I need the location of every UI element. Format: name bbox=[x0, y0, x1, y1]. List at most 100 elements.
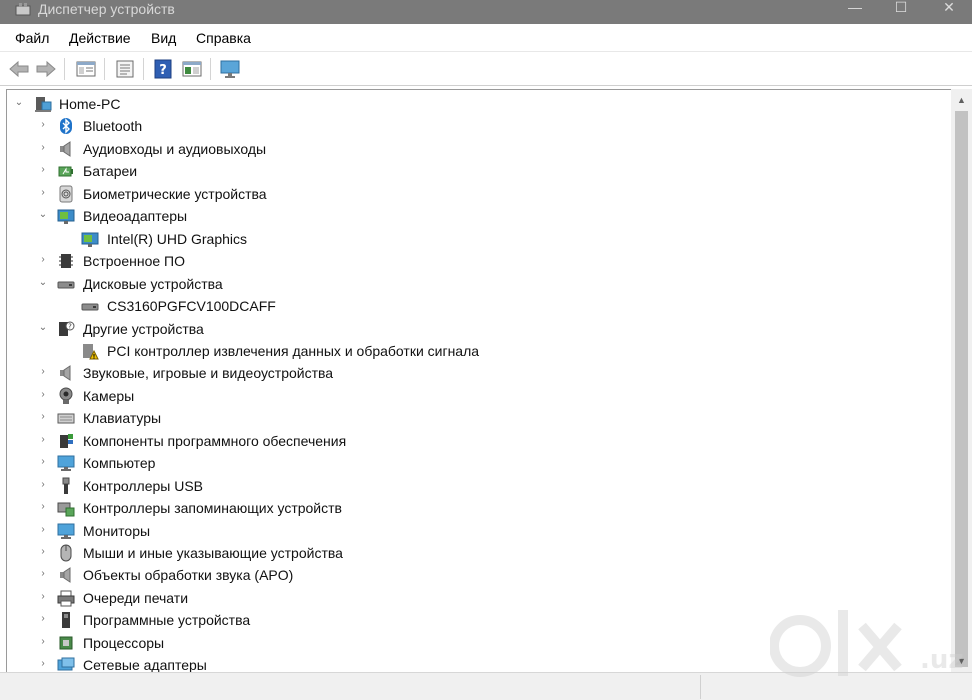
menu-help[interactable]: Справка bbox=[196, 30, 251, 46]
tree-item[interactable]: › Контроллеры запоминающих устройств bbox=[7, 497, 947, 519]
status-bar-divider bbox=[700, 675, 701, 699]
scroll-up-arrow-icon[interactable]: ▲ bbox=[951, 91, 972, 109]
tree-item[interactable]: › Звуковые, игровые и видеоустройства bbox=[7, 362, 947, 384]
expand-chevron-icon[interactable]: ⌄ bbox=[37, 276, 49, 290]
expand-chevron-icon[interactable]: ⌄ bbox=[13, 96, 25, 110]
collapse-chevron-icon[interactable]: › bbox=[37, 478, 49, 492]
olx-watermark-logo: .uz bbox=[770, 610, 964, 677]
minimize-button[interactable]: — bbox=[832, 0, 878, 22]
help-icon[interactable]: ? bbox=[152, 59, 174, 79]
tree-item[interactable]: ⌄? Другие устройства bbox=[7, 318, 947, 340]
svg-text:?: ? bbox=[68, 322, 72, 330]
collapse-chevron-icon[interactable]: › bbox=[37, 635, 49, 649]
monitor-icon[interactable] bbox=[219, 59, 241, 79]
tree-item[interactable]: › Мониторы bbox=[7, 520, 947, 542]
collapse-chevron-icon[interactable]: › bbox=[37, 186, 49, 200]
maximize-button[interactable]: ☐ bbox=[878, 0, 924, 22]
toolbar-separator bbox=[104, 58, 105, 80]
collapse-chevron-icon[interactable]: › bbox=[37, 433, 49, 447]
menu-bar: Файл Действие Вид Справка bbox=[0, 24, 972, 52]
tree-item[interactable]: › Компьютер bbox=[7, 452, 947, 474]
collapse-chevron-icon[interactable]: › bbox=[37, 118, 49, 132]
tree-item-label: Мониторы bbox=[83, 522, 151, 539]
unknown-device-icon: ? bbox=[59, 321, 75, 336]
svg-text:?: ? bbox=[159, 63, 167, 78]
tree-item[interactable]: › Bluetooth bbox=[7, 115, 947, 137]
menu-file[interactable]: Файл bbox=[15, 30, 49, 46]
tree-item[interactable]: › Компоненты программного обеспечения bbox=[7, 430, 947, 452]
tree-item-label: Видеоадаптеры bbox=[83, 208, 188, 225]
firmware-icon bbox=[59, 254, 73, 269]
svg-text:.uz: .uz bbox=[920, 645, 964, 675]
tree-item-label: Компоненты программного обеспечения bbox=[83, 432, 347, 449]
tree-item-label: Мыши и иные указывающие устройства bbox=[83, 545, 343, 561]
expand-chevron-icon[interactable]: ⌄ bbox=[37, 321, 49, 335]
tree-item[interactable]: › Мыши и иные указывающие устройства bbox=[7, 542, 947, 564]
device-manager-icon bbox=[15, 3, 31, 16]
toolbar: ? bbox=[0, 52, 972, 86]
tree-root-home-pc[interactable]: ⌄ Home-PC bbox=[7, 93, 947, 115]
disk-drive-icon bbox=[57, 281, 75, 289]
tree-item-label: Дисковые устройства bbox=[83, 275, 223, 292]
view-icon[interactable] bbox=[181, 59, 203, 79]
camera-icon bbox=[59, 387, 73, 404]
close-button[interactable]: ✕ bbox=[926, 0, 972, 22]
collapse-chevron-icon[interactable]: › bbox=[37, 567, 49, 581]
properties-icon[interactable] bbox=[114, 59, 136, 79]
tree-item[interactable]: › Аудиовходы и аудиовыходы bbox=[7, 138, 947, 160]
collapse-chevron-icon[interactable]: › bbox=[37, 657, 49, 671]
speaker-icon bbox=[60, 567, 71, 584]
collapse-chevron-icon[interactable]: › bbox=[37, 590, 49, 604]
tree-item[interactable]: CS3160PGFCV100DCAFF bbox=[7, 295, 947, 317]
tree-item[interactable]: › Объекты обработки звука (APO) bbox=[7, 564, 947, 586]
forward-icon[interactable] bbox=[35, 59, 57, 79]
menu-action[interactable]: Действие bbox=[69, 30, 131, 46]
tree-item-label: Другие устройства bbox=[83, 320, 204, 337]
tree-root-label: Home-PC bbox=[59, 96, 121, 112]
collapse-chevron-icon[interactable]: › bbox=[37, 545, 49, 559]
tree-item-label: Камеры bbox=[83, 387, 135, 404]
collapse-chevron-icon[interactable]: › bbox=[37, 365, 49, 379]
collapse-chevron-icon[interactable]: › bbox=[37, 523, 49, 537]
collapse-chevron-icon[interactable]: › bbox=[37, 500, 49, 514]
scrollbar-thumb[interactable] bbox=[955, 111, 968, 667]
collapse-chevron-icon[interactable]: › bbox=[37, 410, 49, 424]
collapse-chevron-icon[interactable]: › bbox=[37, 141, 49, 155]
collapse-chevron-icon[interactable]: › bbox=[37, 455, 49, 469]
toolbar-separator bbox=[210, 58, 211, 80]
tree-item-label: Аудиовходы и аудиовыходы bbox=[83, 140, 267, 157]
tree-item-label: Компьютер bbox=[83, 455, 156, 472]
tree-item-label: Батареи bbox=[83, 163, 138, 180]
tree-item[interactable]: ! PCI контроллер извлечения данных и обра… bbox=[7, 340, 947, 362]
tree-item[interactable]: Intel(R) UHD Graphics bbox=[7, 228, 947, 250]
collapse-chevron-icon[interactable]: › bbox=[37, 253, 49, 267]
console-tree-icon[interactable] bbox=[75, 59, 97, 79]
vertical-scrollbar[interactable]: ▲ ▼ bbox=[951, 89, 972, 672]
menu-view[interactable]: Вид bbox=[151, 30, 176, 46]
expand-chevron-icon[interactable]: ⌄ bbox=[37, 208, 49, 222]
tree-item[interactable]: › Биометрические устройства bbox=[7, 183, 947, 205]
tree-item[interactable]: › Камеры bbox=[7, 385, 947, 407]
tree-item[interactable]: › Встроенное ПО bbox=[7, 250, 947, 272]
tree-item-label: Сетевые адаптеры bbox=[83, 657, 207, 672]
tree-item-label: Процессоры bbox=[83, 634, 165, 651]
collapse-chevron-icon[interactable]: › bbox=[37, 612, 49, 626]
svg-text:!: ! bbox=[93, 353, 96, 360]
tree-item[interactable]: ⌄ Дисковые устройства bbox=[7, 273, 947, 295]
tree-item[interactable]: › Контроллеры USB bbox=[7, 475, 947, 497]
battery-icon bbox=[58, 166, 73, 177]
title-bar: Диспетчер устройств — ☐ ✕ bbox=[0, 0, 972, 24]
tree-item-label: Bluetooth bbox=[83, 118, 143, 135]
tree-item[interactable]: › Клавиатуры bbox=[7, 407, 947, 429]
toolbar-separator bbox=[143, 58, 144, 80]
tree-item[interactable]: › Батареи bbox=[7, 160, 947, 182]
software-device-icon bbox=[62, 612, 70, 629]
tree-item[interactable]: ⌄ Видеоадаптеры bbox=[7, 205, 947, 227]
collapse-chevron-icon[interactable]: › bbox=[37, 388, 49, 402]
back-icon[interactable] bbox=[8, 59, 30, 79]
tree-item-label: Контроллеры USB bbox=[83, 477, 203, 494]
collapse-chevron-icon[interactable]: › bbox=[37, 163, 49, 177]
device-tree[interactable]: ⌄ Home-PC › Bluetooth › Аудиовходы и аудиов… bbox=[6, 89, 972, 672]
tree-item-label: Звуковые, игровые и видеоустройства bbox=[83, 365, 334, 382]
mouse-icon bbox=[60, 544, 72, 562]
